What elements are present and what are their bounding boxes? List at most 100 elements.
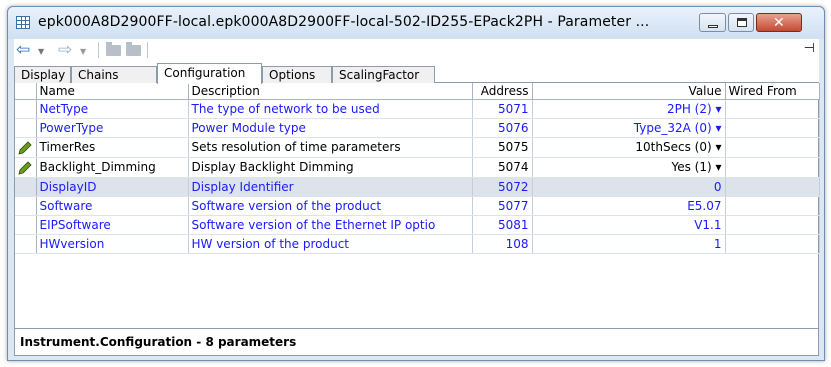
column-header-address[interactable]: Address <box>472 83 533 100</box>
row-gutter <box>15 177 37 197</box>
empty-cell <box>725 253 819 272</box>
toolbar-separator <box>98 42 99 58</box>
row-gutter <box>15 99 37 119</box>
row-gutter <box>15 137 37 158</box>
table-row[interactable]: TimerRes Sets resolution of time paramet… <box>15 137 820 158</box>
cell-wired-from[interactable] <box>725 157 820 178</box>
row-gutter <box>15 215 37 235</box>
cell-name[interactable]: NetType <box>36 99 189 119</box>
cell-wired-from[interactable] <box>725 99 820 119</box>
row-gutter <box>15 118 37 138</box>
table-row[interactable]: Software Software version of the product… <box>15 196 820 216</box>
table-row[interactable]: DisplayID Display Identifier 5072 0 <box>15 177 820 197</box>
column-header-name[interactable]: Name <box>36 83 189 100</box>
cell-value[interactable]: V1.1 <box>532 215 726 235</box>
row-gutter <box>15 196 37 216</box>
folder-up-icon[interactable] <box>106 42 121 56</box>
cell-description: Power Module type <box>188 118 473 138</box>
empty-row <box>15 253 819 272</box>
close-button[interactable]: ✕ <box>756 13 802 32</box>
cell-wired-from[interactable] <box>725 215 820 235</box>
cell-description: Sets resolution of time parameters <box>188 137 473 158</box>
cell-description: Software version of the product <box>188 196 473 216</box>
cell-name[interactable]: TimerRes <box>36 137 189 158</box>
parameter-table: Name Description Address Value Wired Fro… <box>15 83 820 310</box>
cell-name[interactable]: PowerType <box>36 118 189 138</box>
cell-value[interactable]: 10thSecs (0) ▾ <box>532 137 726 158</box>
grid-table-icon <box>16 16 30 29</box>
empty-cell <box>36 253 188 272</box>
pencil-edit-icon <box>18 140 32 155</box>
cell-address: 108 <box>472 234 533 254</box>
minimize-icon <box>708 25 718 28</box>
cell-value[interactable]: Yes (1) ▾ <box>532 157 726 178</box>
tab-display[interactable]: Display <box>14 66 71 83</box>
cell-address: 5081 <box>472 215 533 235</box>
tab-configuration[interactable]: Configuration <box>157 63 262 84</box>
column-header-value[interactable]: Value <box>532 83 726 100</box>
cell-value[interactable]: 2PH (2) ▾ <box>532 99 726 119</box>
table-row[interactable]: EIPSoftware Software version of the Ethe… <box>15 215 820 235</box>
table-row[interactable]: HWversion HW version of the product 108 … <box>15 234 820 254</box>
pencil-edit-icon <box>18 160 32 175</box>
toolbar-separator <box>147 42 148 58</box>
cell-description: Software version of the Ethernet IP opti… <box>188 215 473 235</box>
table-row[interactable]: Backlight_Dimming Display Backlight Dimm… <box>15 157 820 178</box>
cell-wired-from[interactable] <box>725 118 820 138</box>
cell-name[interactable]: Backlight_Dimming <box>36 157 189 178</box>
cell-value[interactable]: E5.07 <box>532 196 726 216</box>
table-row[interactable]: PowerType Power Module type 5076 Type_32… <box>15 118 820 138</box>
cell-name[interactable]: HWversion <box>36 234 189 254</box>
gutter-header <box>15 83 37 100</box>
cell-wired-from[interactable] <box>725 234 820 254</box>
back-arrow-icon[interactable]: ⇦ <box>16 41 30 59</box>
pin-icon[interactable]: ⊣ <box>804 41 815 56</box>
forward-history-dropdown-icon[interactable]: ▼ <box>80 43 86 61</box>
table-row[interactable]: NetType The type of network to be used 5… <box>15 99 820 119</box>
cell-wired-from[interactable] <box>725 177 820 197</box>
cell-name[interactable]: Software <box>36 196 189 216</box>
column-header-wired-from[interactable]: Wired From <box>725 83 820 100</box>
tab-scalingfactor[interactable]: ScalingFactor <box>332 66 435 83</box>
close-icon: ✕ <box>773 15 785 31</box>
cell-address: 5072 <box>472 177 533 197</box>
cell-description: The type of network to be used <box>188 99 473 119</box>
table-header-row: Name Description Address Value Wired Fro… <box>15 83 820 100</box>
cell-address: 5075 <box>472 137 533 158</box>
cell-address: 5076 <box>472 118 533 138</box>
cell-wired-from[interactable] <box>725 196 820 216</box>
empty-cell <box>725 291 819 310</box>
cell-value[interactable]: 1 <box>532 234 726 254</box>
empty-row <box>15 291 819 310</box>
column-header-description[interactable]: Description <box>188 83 473 100</box>
minimize-button[interactable] <box>699 13 726 32</box>
parameter-window: epk000A8D2900FF-local.epk000A8D2900FF-lo… <box>7 6 825 361</box>
row-gutter <box>15 157 37 178</box>
empty-row <box>15 272 819 291</box>
title-bar[interactable]: epk000A8D2900FF-local.epk000A8D2900FF-lo… <box>8 7 824 39</box>
empty-cell <box>472 253 532 272</box>
maximize-button[interactable] <box>728 13 754 32</box>
empty-cell <box>188 253 472 272</box>
maximize-icon <box>737 18 747 27</box>
cell-value[interactable]: Type_32A (0) ▾ <box>532 118 726 138</box>
cell-name[interactable]: DisplayID <box>36 177 189 197</box>
tab-chains[interactable]: Chains <box>71 66 157 83</box>
toolbar: ⇦ ▼ ⇨ ▼ ⊣ <box>14 39 819 63</box>
cell-description: HW version of the product <box>188 234 473 254</box>
client-area: ⇦ ▼ ⇨ ▼ ⊣ Display Chains Configuration O… <box>14 39 820 356</box>
empty-cell <box>472 272 532 291</box>
back-history-dropdown-icon[interactable]: ▼ <box>38 43 44 61</box>
cell-value[interactable]: 0 <box>532 177 726 197</box>
cell-wired-from[interactable] <box>725 137 820 158</box>
empty-cell <box>472 291 532 310</box>
status-bar: Instrument.Configuration - 8 parameters <box>14 328 819 356</box>
row-gutter <box>15 234 37 254</box>
tab-options[interactable]: Options <box>262 66 332 83</box>
tab-strip: Display Chains Configuration Options Sca… <box>14 63 819 84</box>
empty-cell <box>532 253 725 272</box>
forward-arrow-icon[interactable]: ⇨ <box>58 41 72 59</box>
folder-icon[interactable] <box>126 42 141 56</box>
cell-name[interactable]: EIPSoftware <box>36 215 189 235</box>
empty-cell <box>725 272 819 291</box>
